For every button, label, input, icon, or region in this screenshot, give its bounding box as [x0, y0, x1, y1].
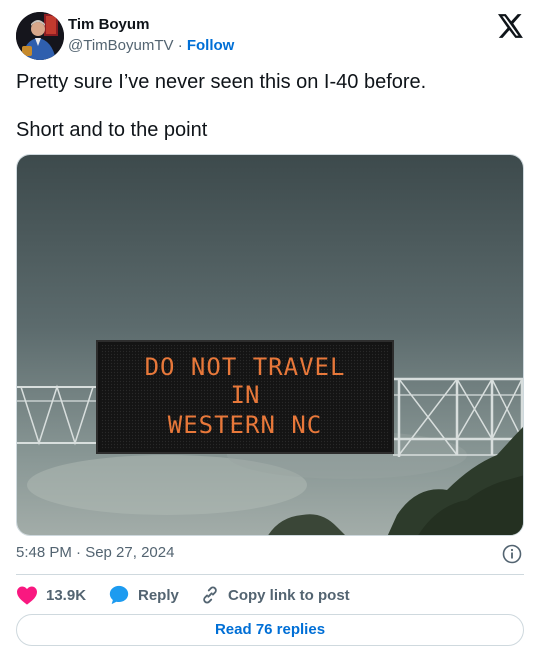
tweet-photo[interactable]: DO NOT TRAVEL IN WESTERN NC	[16, 154, 524, 536]
likes-count: 13.9K	[46, 586, 87, 604]
action-bar: 13.9K Reply Copy link to post	[16, 583, 524, 607]
sign-line: IN	[231, 381, 260, 409]
link-icon	[200, 585, 220, 605]
sign-line: DO NOT TRAVEL	[145, 353, 346, 381]
follow-button[interactable]: Follow	[187, 37, 235, 54]
author-handle-row: @TimBoyumTV · Follow	[68, 37, 234, 54]
avatar[interactable]	[16, 12, 64, 60]
tweet-paragraph: Short and to the point	[16, 119, 208, 141]
info-icon[interactable]	[502, 544, 522, 564]
tweet-paragraph: Pretty sure I’ve never seen this on I-40…	[16, 71, 427, 93]
reply-button[interactable]: Reply	[108, 583, 179, 607]
heart-icon	[16, 585, 38, 605]
tweet-header: Tim Boyum @TimBoyumTV · Follow	[16, 12, 524, 60]
reply-bubble-icon	[108, 584, 130, 606]
x-logo-icon[interactable]	[498, 14, 524, 38]
handle-separator: ·	[177, 37, 183, 54]
tweet-timestamp[interactable]: 5:48 PM · Sep 27, 2024	[16, 544, 174, 561]
copy-link-label: Copy link to post	[228, 586, 350, 604]
author-name[interactable]: Tim Boyum	[68, 16, 149, 33]
copy-link-button[interactable]: Copy link to post	[200, 583, 350, 607]
like-button[interactable]: 13.9K	[16, 583, 86, 607]
author-handle[interactable]: @TimBoyumTV	[68, 37, 174, 54]
traffic-sign: DO NOT TRAVEL IN WESTERN NC	[96, 340, 394, 454]
sign-line: WESTERN NC	[168, 411, 323, 439]
tweet-text: Pretty sure I’ve never seen this on I-40…	[16, 70, 524, 166]
divider	[16, 574, 524, 575]
reply-label: Reply	[138, 586, 179, 604]
read-replies-button[interactable]: Read 76 replies	[16, 614, 524, 646]
